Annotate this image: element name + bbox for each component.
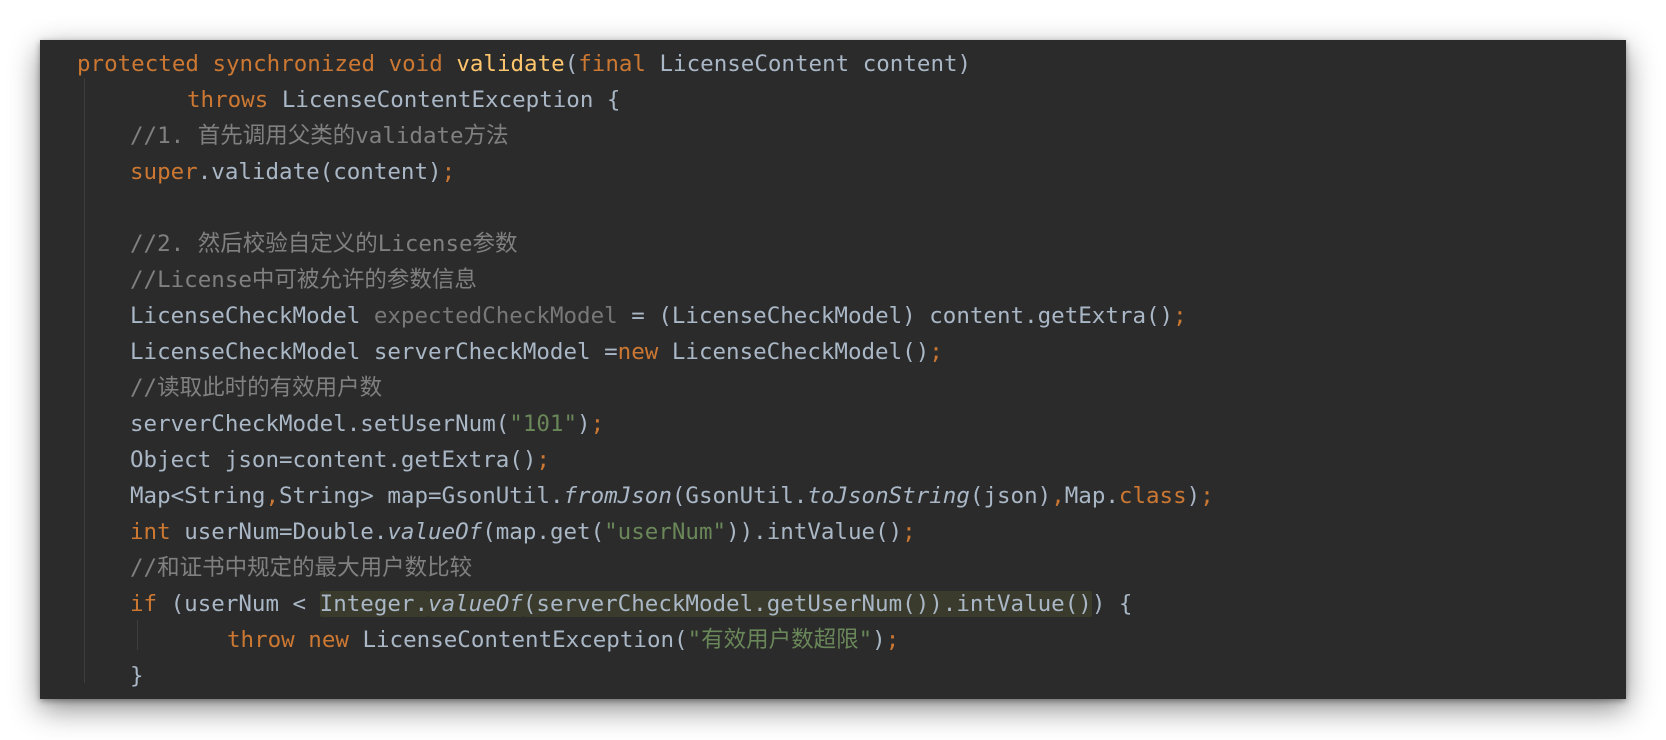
code-token: expectedCheckModel [373, 303, 618, 329]
code-token: ; [536, 447, 550, 473]
code-line[interactable]: LicenseCheckModel serverCheckModel =new … [40, 334, 1626, 370]
code-token: synchronized [212, 51, 389, 77]
code-token: Map<String [130, 483, 266, 509]
code-line[interactable]: //和证书中规定的最大用户数比较 [40, 550, 1626, 586]
code-token: void [388, 51, 457, 77]
code-token: (map.get( [482, 519, 605, 545]
code-token: ) [872, 627, 886, 653]
code-token: ; [1200, 483, 1214, 509]
code-token: , [265, 483, 280, 509]
code-token: ; [929, 339, 943, 365]
code-token: validate [456, 51, 565, 77]
code-token: final [578, 51, 660, 77]
code-token: (serverCheckModel.getUserNum()).intValue… [522, 591, 1092, 617]
code-token: new [308, 627, 363, 653]
code-token: LicenseCheckModel() [671, 339, 930, 365]
code-token: //License中可被允许的参数信息 [130, 267, 477, 293]
code-token: (userNum < [170, 591, 320, 617]
code-token: throw [227, 627, 309, 653]
code-token: LicenseCheckModel serverCheckModel = [130, 339, 618, 365]
code-line[interactable]: //License中可被允许的参数信息 [40, 262, 1626, 298]
code-token: //1. 首先调用父类的validate方法 [130, 123, 509, 149]
code-token: LicenseContentException( [362, 627, 688, 653]
code-token: if [130, 591, 171, 617]
code-token: Object json=content.getExtra() [130, 447, 537, 473]
code-token: , [1051, 483, 1065, 509]
code-token: fromJson [563, 483, 672, 509]
code-token: //读取此时的有效用户数 [130, 375, 383, 401]
code-token: super [130, 159, 198, 185]
code-token: } [130, 663, 144, 689]
code-token: "101" [509, 411, 578, 437]
code-token: (json) [969, 483, 1052, 509]
code-token: ; [902, 519, 916, 545]
code-line[interactable]: throw new LicenseContentException("有效用户数… [40, 622, 1626, 658]
code-token: ) { [1091, 591, 1133, 617]
code-token: protected [77, 51, 213, 77]
code-token: ; [590, 411, 605, 437]
code-token: userNum=Double. [184, 519, 388, 545]
code-token: = (LicenseCheckModel) content.getExtra() [617, 303, 1174, 329]
code-token: valueOf [428, 591, 523, 617]
code-token: .validate(content) [197, 159, 442, 185]
code-token: class [1118, 483, 1187, 509]
code-token: ; [1173, 303, 1187, 329]
code-token: serverCheckModel.setUserNum( [130, 411, 510, 437]
code-token: (GsonUtil. [671, 483, 808, 509]
code-token: ; [441, 159, 456, 185]
code-line[interactable]: //2. 然后校验自定义的License参数 [40, 226, 1626, 262]
code-editor[interactable]: protected synchronized void validate(fin… [40, 40, 1626, 699]
code-token: LicenseContentException { [281, 87, 621, 113]
code-token: )).intValue() [726, 519, 903, 545]
code-token: ) [577, 411, 591, 437]
code-token: Map. [1064, 483, 1119, 509]
code-token: //和证书中规定的最大用户数比较 [130, 555, 473, 581]
code-line[interactable]: Object json=content.getExtra(); [40, 442, 1626, 478]
code-token: LicenseContent content) [659, 51, 972, 77]
code-token: throws [187, 87, 282, 113]
code-line[interactable]: super.validate(content); [40, 154, 1626, 190]
code-line[interactable]: //1. 首先调用父类的validate方法 [40, 118, 1626, 154]
code-token: ; [885, 627, 900, 653]
code-line[interactable]: //读取此时的有效用户数 [40, 370, 1626, 406]
code-token: new [617, 339, 672, 365]
code-line[interactable]: protected synchronized void validate(fin… [40, 46, 1626, 82]
code-line[interactable]: if (userNum < Integer.valueOf(serverChec… [40, 586, 1626, 622]
code-token: valueOf [387, 519, 483, 545]
code-token: "有效用户数超限" [687, 627, 873, 653]
code-token: ( [564, 51, 579, 77]
code-line[interactable]: int userNum=Double.valueOf(map.get("user… [40, 514, 1626, 550]
code-token: toJsonString [807, 483, 970, 509]
code-line[interactable]: Map<String,String> map=GsonUtil.fromJson… [40, 478, 1626, 514]
code-line[interactable]: throws LicenseContentException { [40, 82, 1626, 118]
code-line[interactable]: LicenseCheckModel expectedCheckModel = (… [40, 298, 1626, 334]
code-token: //2. 然后校验自定义的License参数 [130, 231, 518, 257]
code-token: "userNum" [604, 519, 727, 545]
code-token: ) [1186, 483, 1201, 509]
code-area[interactable]: protected synchronized void validate(fin… [40, 46, 1626, 694]
code-line[interactable]: } [40, 658, 1626, 694]
code-token: Integer. [319, 591, 429, 617]
code-line[interactable] [40, 190, 1626, 226]
screenshot-page: protected synchronized void validate(fin… [0, 0, 1666, 740]
code-line[interactable]: serverCheckModel.setUserNum("101"); [40, 406, 1626, 442]
code-token: String> map=GsonUtil. [279, 483, 564, 509]
code-token: LicenseCheckModel [130, 303, 374, 329]
code-token: int [130, 519, 185, 545]
